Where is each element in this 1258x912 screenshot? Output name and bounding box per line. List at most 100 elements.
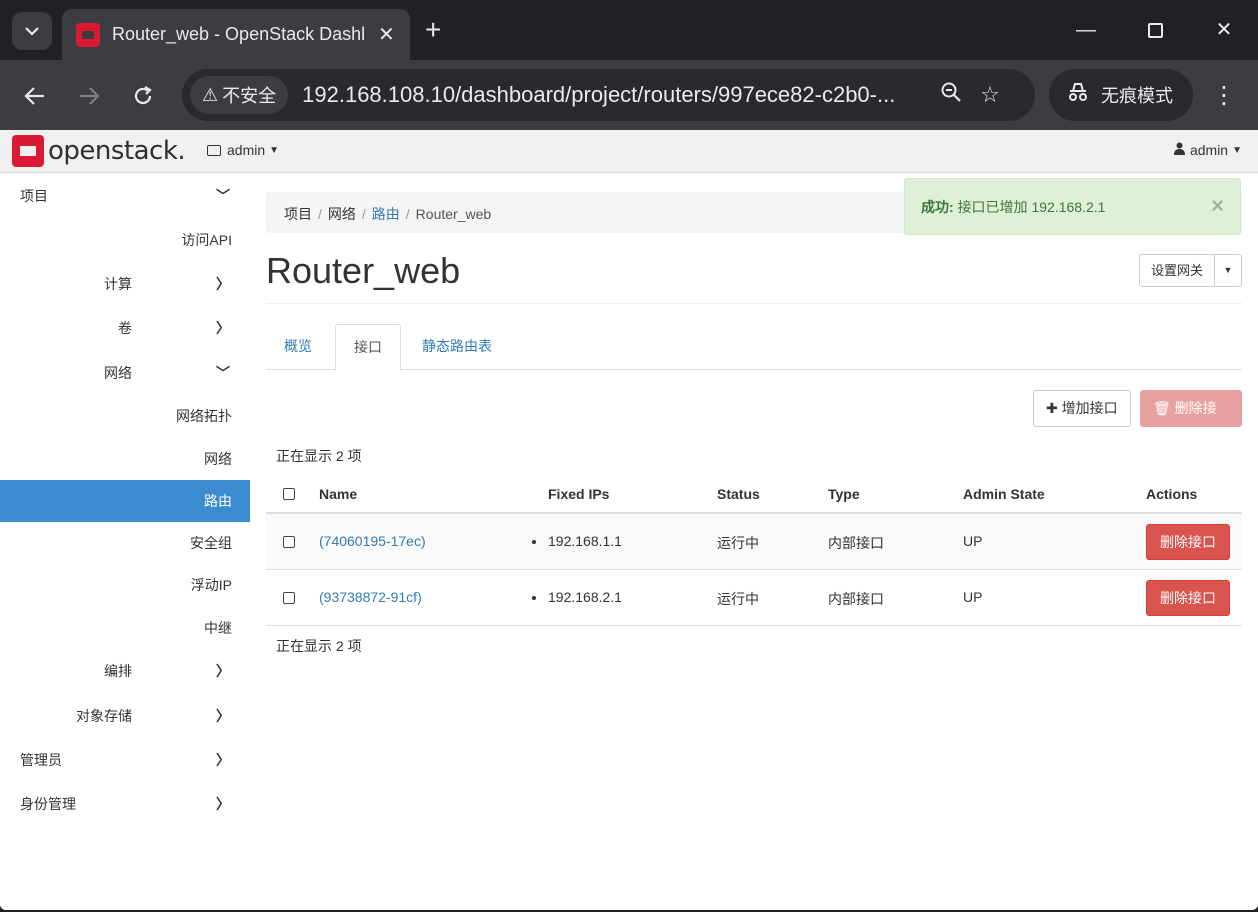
security-indicator[interactable]: ⚠ 不安全 [190, 76, 289, 114]
window-maximize-button[interactable] [1135, 14, 1175, 46]
openstack-favicon-icon [76, 22, 100, 47]
sidebar-item-label: 浮动IP [190, 577, 232, 593]
sidebar-item-label: 网络拓扑 [176, 408, 232, 424]
warning-icon: ⚠ [202, 84, 219, 105]
browser-tab[interactable]: Router_web - OpenStack Dashboard ✕ [62, 9, 410, 60]
browser-toolbar: ⚠ 不安全 192.168.108.10/dashboard/project/r… [0, 60, 1258, 130]
sidebar-item-label: 对象存储 [76, 708, 132, 724]
sidebar-item-volumes[interactable]: 卷 〉 [0, 318, 250, 338]
delete-interface-button[interactable]: 删除接口 [1146, 524, 1230, 560]
sidebar-item-admin[interactable]: 管理员 〉 [0, 750, 250, 770]
set-gateway-button[interactable]: 设置网关 [1140, 255, 1215, 286]
column-fixed-ips[interactable]: Fixed IPs [548, 486, 609, 502]
column-status[interactable]: Status [717, 486, 760, 502]
url-text[interactable]: 192.168.108.10/dashboard/project/routers… [302, 82, 922, 108]
sidebar-item-label: 网络 [204, 451, 232, 467]
sidebar-item-label: 编排 [104, 663, 132, 679]
incognito-indicator[interactable]: 无痕模式 [1049, 69, 1193, 121]
add-interface-label: 增加接口 [1061, 400, 1118, 416]
title-divider [266, 303, 1242, 304]
select-all-checkbox[interactable] [283, 488, 295, 500]
openstack-logo-icon [12, 135, 44, 167]
trash-icon: 🗑 [1153, 400, 1171, 416]
sidebar-item-label: 管理员 [20, 752, 62, 768]
sidebar-item-label: 访问API [181, 232, 232, 248]
sidebar-item-networks[interactable]: 网络 [0, 449, 250, 469]
breadcrumb-current: Router_web [415, 206, 492, 222]
caret-down-icon: ▼ [1232, 144, 1242, 156]
sidebar-item-trunks[interactable]: 中继 [0, 618, 250, 638]
sidebar-item-network-topology[interactable]: 网络拓扑 [0, 406, 250, 426]
admin-state: UP [963, 589, 983, 605]
new-tab-button[interactable]: + [425, 14, 441, 46]
tab-overview[interactable]: 概览 [266, 324, 330, 370]
sidebar-item-label: 路由 [204, 493, 232, 509]
chevron-down-icon: ﹀ [216, 188, 230, 204]
top-navbar: openstack. admin ▼ admin ▼ [0, 130, 1258, 173]
column-type[interactable]: Type [828, 486, 860, 502]
sidebar-item-access-api[interactable]: 访问API [0, 230, 250, 250]
back-button[interactable] [17, 78, 53, 114]
status: 运行中 [717, 591, 759, 607]
interfaces-table: Name Fixed IPs Status Type Admin State A… [266, 474, 1242, 626]
sidebar-item-compute[interactable]: 计算 〉 [0, 274, 250, 294]
delete-interfaces-button[interactable]: 🗑 删除接口 [1140, 390, 1242, 451]
column-admin-state[interactable]: Admin State [963, 486, 1045, 502]
window-minimize-button[interactable]: — [1066, 14, 1106, 46]
list-bullet [532, 596, 536, 600]
tab-interfaces[interactable]: 接口 [335, 324, 401, 371]
breadcrumb-routers[interactable]: 路由 [372, 206, 400, 222]
user-menu[interactable]: admin ▼ [1173, 142, 1242, 158]
forward-button[interactable] [71, 78, 107, 114]
tab-search-button[interactable] [12, 12, 52, 50]
add-interface-button[interactable]: ✚ 增加接口 [1033, 390, 1131, 427]
gateway-dropdown-toggle[interactable]: ▼ [1215, 255, 1241, 286]
chevron-right-icon: 〉 [216, 320, 230, 336]
address-bar[interactable]: ⚠ 不安全 192.168.108.10/dashboard/project/r… [182, 69, 1035, 121]
bookmark-star-icon[interactable]: ☆ [980, 82, 1000, 108]
sidebar-item-orchestration[interactable]: 编排 〉 [0, 661, 250, 681]
window-close-button[interactable]: ✕ [1204, 14, 1244, 46]
sidebar-item-label: 身份管理 [20, 796, 76, 812]
sidebar-item-object-store[interactable]: 对象存储 〉 [0, 706, 250, 726]
reload-icon [134, 86, 152, 105]
tab-static-routes[interactable]: 静态路由表 [404, 324, 510, 370]
sidebar-item-routers[interactable]: 路由 [0, 480, 250, 522]
sidebar-item-label: 项目 [20, 188, 48, 204]
alert-message: 接口已增加 192.168.2.1 [957, 199, 1106, 215]
column-actions: Actions [1146, 486, 1198, 502]
set-gateway-button-group: 设置网关 ▼ [1138, 254, 1242, 287]
table-row: (93738872-91cf) 192.168.2.1 运行中 内部接口 UP … [266, 570, 1242, 626]
row-checkbox[interactable] [283, 536, 295, 548]
chevron-right-icon: 〉 [216, 796, 230, 812]
sidebar-item-label: 卷 [118, 320, 132, 336]
user-icon [1173, 142, 1185, 158]
column-name[interactable]: Name [319, 486, 357, 502]
sidebar-item-floating-ips[interactable]: 浮动IP [0, 575, 250, 595]
sidebar-item-network[interactable]: 网络 ﹀ [0, 363, 250, 383]
row-checkbox[interactable] [283, 592, 295, 604]
admin-state: UP [963, 533, 983, 549]
sidebar: 项目 ﹀ 访问API 计算 〉 卷 〉 网络 ﹀ 网络拓扑 网络 路由 安全组 [0, 174, 250, 910]
tab-close-icon[interactable]: ✕ [378, 22, 395, 47]
item-count-footer: 正在显示 2 项 [276, 638, 362, 654]
reload-button[interactable] [125, 78, 161, 114]
sidebar-item-label: 安全组 [190, 535, 232, 551]
table-header: Name Fixed IPs Status Type Admin State A… [266, 474, 1242, 514]
openstack-logo[interactable]: openstack. [12, 135, 186, 167]
interface-name-link[interactable]: (74060195-17ec) [319, 533, 426, 549]
sidebar-item-project[interactable]: 项目 ﹀ [0, 186, 250, 206]
browser-menu-button[interactable]: ⋮ [1212, 78, 1236, 114]
table-row: (74060195-17ec) 192.168.1.1 运行中 内部接口 UP … [266, 514, 1242, 570]
caret-down-icon: ▼ [269, 144, 280, 156]
alert-label: 成功: [921, 199, 954, 215]
delete-interface-button[interactable]: 删除接口 [1146, 580, 1230, 616]
chevron-right-icon: 〉 [216, 276, 230, 292]
sidebar-item-security-groups[interactable]: 安全组 [0, 533, 250, 553]
interface-name-link[interactable]: (93738872-91cf) [319, 589, 422, 605]
sidebar-item-identity[interactable]: 身份管理 〉 [0, 794, 250, 814]
zoom-icon[interactable] [940, 81, 962, 109]
project-selector[interactable]: admin ▼ [207, 142, 279, 158]
alert-close-icon[interactable]: × [1211, 193, 1224, 219]
list-bullet [532, 540, 536, 544]
